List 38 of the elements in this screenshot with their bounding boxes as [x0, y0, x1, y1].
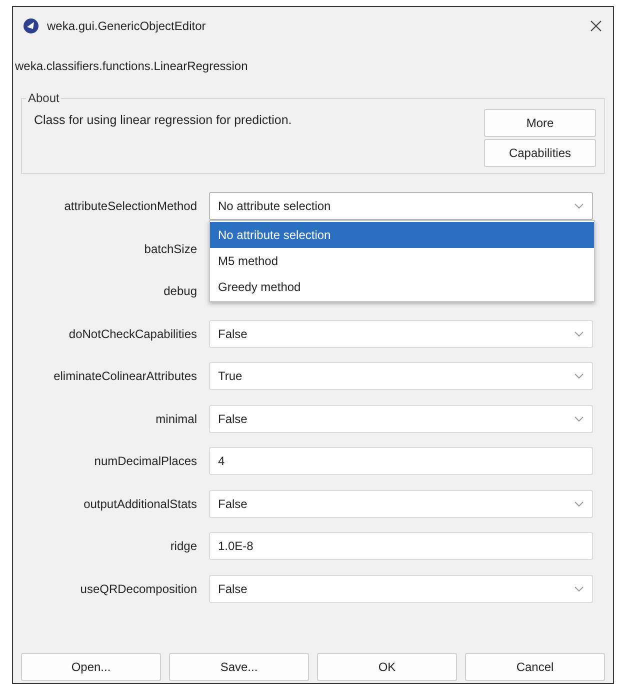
property-label: doNotCheckCapabilities: [68, 326, 198, 340]
property-label: numDecimalPlaces: [93, 454, 198, 468]
dropdown[interactable]: False: [209, 320, 593, 348]
property-label: useQRDecomposition: [79, 582, 198, 596]
chevron-icon: [574, 586, 584, 592]
property-label: outputAdditionalStats: [82, 496, 198, 510]
chevron-icon: [574, 416, 584, 422]
window-title: weka.gui.GenericObjectEditor: [47, 19, 207, 33]
dropdown[interactable]: False: [209, 404, 593, 432]
about-button[interactable]: More: [484, 109, 596, 137]
about-button[interactable]: Capabilities: [484, 139, 596, 167]
dropdown-option[interactable]: Greedy method: [210, 274, 594, 300]
dropdown-option[interactable]: M5 method: [210, 248, 594, 274]
about-legend: About: [26, 91, 62, 105]
property-label: minimal: [154, 412, 198, 426]
dropdown[interactable]: False: [209, 490, 593, 518]
chevron-icon: [574, 500, 584, 506]
input-field[interactable]: 4: [209, 447, 593, 475]
dropdown[interactable]: No attribute selection: [209, 192, 593, 220]
chevron-icon: [574, 330, 584, 336]
property-label: batchSize: [143, 242, 198, 256]
input-field[interactable]: 1.0E-8: [209, 532, 593, 560]
property-label: debug: [162, 284, 198, 298]
dialog-button[interactable]: Save...: [169, 653, 309, 681]
property-label: attributeSelectionMethod: [63, 199, 198, 213]
close-icon[interactable]: [589, 19, 603, 33]
dropdown-option[interactable]: No attribute selection: [210, 222, 594, 248]
dialog-button[interactable]: Open...: [21, 653, 161, 681]
class-name: weka.classifiers.functions.LinearRegression: [14, 58, 249, 75]
dropdown[interactable]: True: [209, 362, 593, 390]
about-text: Class for using linear regression for prediction.: [34, 112, 292, 127]
chevron-icon: [574, 373, 584, 379]
chevron-icon: [574, 203, 584, 209]
dialog-button[interactable]: OK: [317, 653, 457, 681]
property-label: eliminateColinearAttributes: [52, 369, 198, 383]
dialog-button[interactable]: Cancel: [465, 653, 605, 681]
property-label: ridge: [169, 539, 198, 553]
dropdown[interactable]: False: [209, 574, 593, 602]
